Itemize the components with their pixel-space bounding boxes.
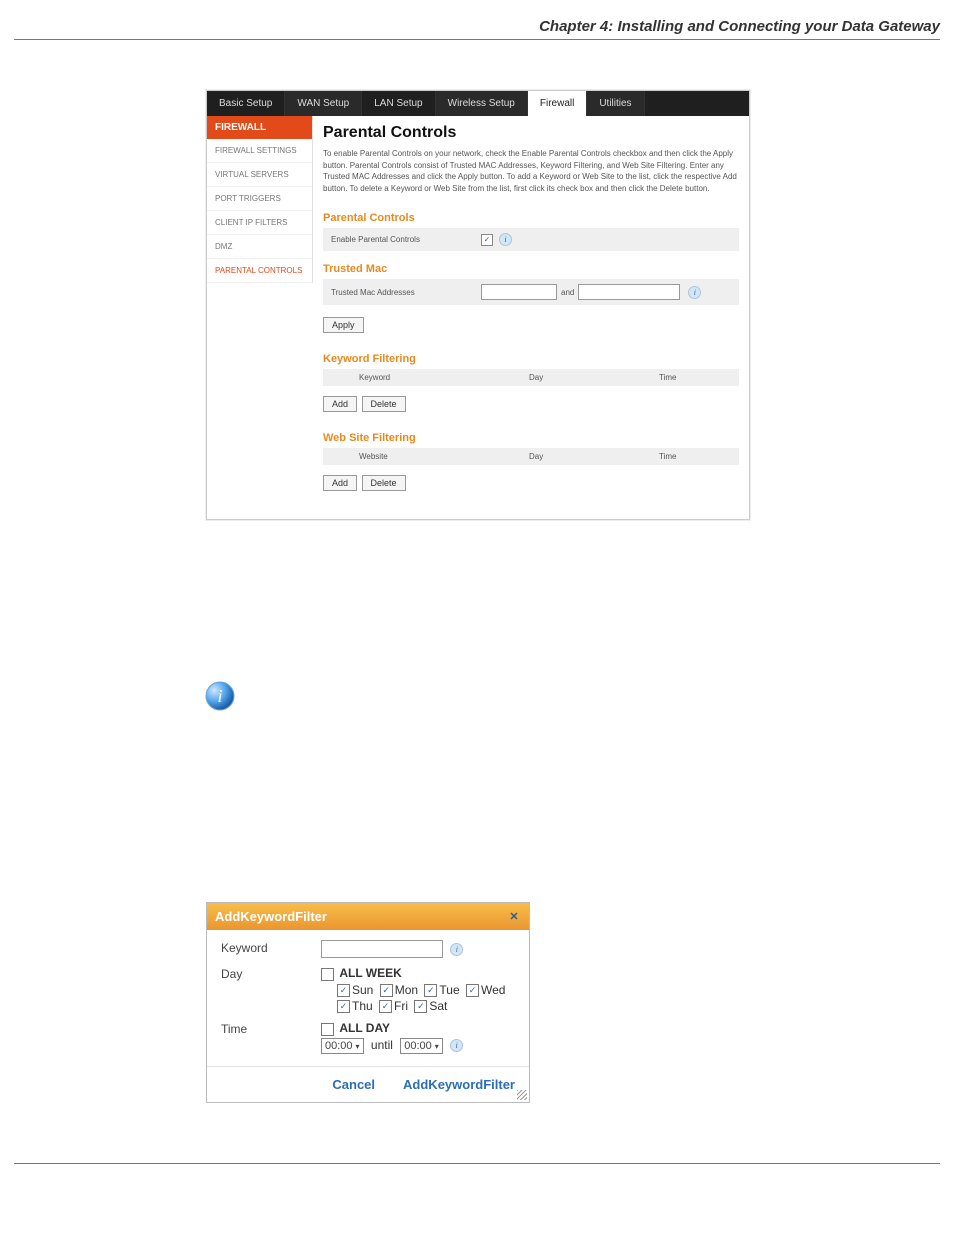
add-keyword-filter-dialog: AddKeywordFilter ✕ Keyword i Day ALL WEE… [206, 902, 530, 1102]
sat-checkbox[interactable] [414, 1000, 427, 1013]
time-from-select[interactable]: 00:00▾ [321, 1038, 364, 1054]
mon-checkbox[interactable] [380, 984, 393, 997]
enable-parental-controls-checkbox[interactable]: ✓ [481, 234, 493, 246]
trusted-mac-input-2[interactable] [578, 284, 680, 300]
col-website: Website [323, 452, 529, 461]
time-label: Time [221, 1021, 321, 1036]
thu-checkbox[interactable] [337, 1000, 350, 1013]
mon-label: Mon [395, 983, 418, 997]
close-icon[interactable]: ✕ [507, 910, 521, 924]
col-day: Day [529, 373, 659, 382]
section-parental-controls-heading: Parental Controls [323, 212, 739, 224]
tab-wan-setup[interactable]: WAN Setup [285, 91, 362, 116]
sidebar: FIREWALL FIREWALL SETTINGS VIRTUAL SERVE… [207, 116, 313, 283]
help-icon[interactable]: i [688, 286, 701, 299]
sidebar-item-dmz[interactable]: DMZ [207, 235, 312, 259]
help-icon[interactable]: i [450, 943, 463, 956]
tab-basic-setup[interactable]: Basic Setup [207, 91, 285, 116]
trusted-mac-input-1[interactable] [481, 284, 557, 300]
website-add-button[interactable]: Add [323, 475, 357, 491]
all-week-checkbox[interactable] [321, 968, 334, 981]
page-title: Parental Controls [323, 124, 739, 142]
col-day: Day [529, 452, 659, 461]
until-label: until [371, 1038, 393, 1052]
info-icon: i [204, 680, 236, 712]
keyword-table-header: Keyword Day Time [323, 369, 739, 386]
section-keyword-filtering-heading: Keyword Filtering [323, 353, 739, 365]
all-week-label: ALL WEEK [339, 966, 401, 980]
page-description: To enable Parental Controls on your netw… [323, 148, 739, 194]
top-tab-bar: Basic Setup WAN Setup LAN Setup Wireless… [207, 91, 749, 116]
section-website-filtering-heading: Web Site Filtering [323, 432, 739, 444]
col-time: Time [659, 452, 739, 461]
keyword-add-button[interactable]: Add [323, 396, 357, 412]
sidebar-item-firewall-settings[interactable]: FIREWALL SETTINGS [207, 139, 312, 163]
add-keyword-filter-button[interactable]: AddKeywordFilter [403, 1077, 515, 1092]
tue-label: Tue [439, 983, 459, 997]
sidebar-item-port-triggers[interactable]: PORT TRIGGERS [207, 187, 312, 211]
tue-checkbox[interactable] [424, 984, 437, 997]
help-icon[interactable]: i [450, 1039, 463, 1052]
col-time: Time [659, 373, 739, 382]
fri-label: Fri [394, 999, 408, 1013]
cancel-button[interactable]: Cancel [332, 1077, 375, 1092]
all-day-label: ALL DAY [339, 1021, 390, 1035]
router-admin-screenshot: Basic Setup WAN Setup LAN Setup Wireless… [206, 90, 750, 520]
apply-button[interactable]: Apply [323, 317, 364, 333]
and-label: and [561, 288, 574, 297]
section-trusted-mac-heading: Trusted Mac [323, 263, 739, 275]
sat-label: Sat [429, 999, 447, 1013]
thu-label: Thu [352, 999, 373, 1013]
trusted-mac-label: Trusted Mac Addresses [331, 288, 481, 297]
sidebar-item-parental-controls[interactable]: PARENTAL CONTROLS [207, 259, 312, 283]
sun-checkbox[interactable] [337, 984, 350, 997]
tab-lan-setup[interactable]: LAN Setup [362, 91, 435, 116]
website-delete-button[interactable]: Delete [362, 475, 406, 491]
all-day-checkbox[interactable] [321, 1023, 334, 1036]
dialog-title: AddKeywordFilter [215, 909, 327, 924]
enable-parental-controls-label: Enable Parental Controls [331, 235, 481, 244]
sidebar-header: FIREWALL [207, 116, 312, 139]
keyword-delete-button[interactable]: Delete [362, 396, 406, 412]
tab-wireless-setup[interactable]: Wireless Setup [436, 91, 528, 116]
keyword-input[interactable] [321, 940, 443, 958]
help-icon[interactable]: i [499, 233, 512, 246]
tab-firewall[interactable]: Firewall [528, 91, 587, 116]
sidebar-item-virtual-servers[interactable]: VIRTUAL SERVERS [207, 163, 312, 187]
day-label: Day [221, 966, 321, 981]
keyword-label: Keyword [221, 940, 321, 955]
wed-checkbox[interactable] [466, 984, 479, 997]
fri-checkbox[interactable] [379, 1000, 392, 1013]
wed-label: Wed [481, 983, 505, 997]
chapter-title: Chapter 4: Installing and Connecting you… [14, 18, 940, 35]
col-keyword: Keyword [323, 373, 529, 382]
sidebar-item-client-ip-filters[interactable]: CLIENT IP FILTERS [207, 211, 312, 235]
tab-utilities[interactable]: Utilities [587, 91, 644, 116]
svg-text:i: i [217, 686, 222, 706]
sun-label: Sun [352, 983, 373, 997]
website-table-header: Website Day Time [323, 448, 739, 465]
time-to-select[interactable]: 00:00▾ [400, 1038, 443, 1054]
